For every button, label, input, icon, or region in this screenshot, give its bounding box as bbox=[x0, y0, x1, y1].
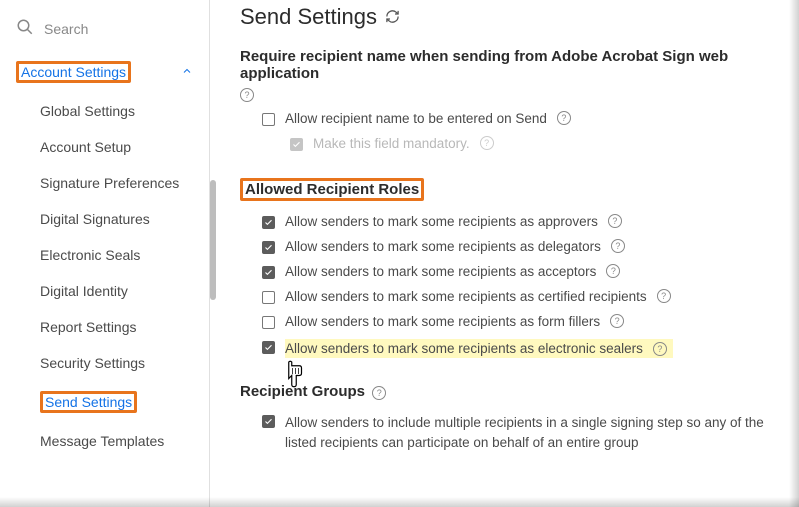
require-name-heading: Require recipient name when sending from… bbox=[240, 48, 779, 82]
opt-allow-recipient-name-label: Allow recipient name to be entered on Se… bbox=[285, 111, 547, 126]
nav-security-settings[interactable]: Security Settings bbox=[0, 345, 209, 381]
opt-make-mandatory: Make this field mandatory. ? bbox=[240, 131, 779, 156]
sidebar: Search Account Settings Global Settings … bbox=[0, 0, 210, 507]
nav-global-settings[interactable]: Global Settings bbox=[0, 93, 209, 129]
opt-delegators-label: Allow senders to mark some recipients as… bbox=[285, 239, 601, 254]
checkbox-approvers[interactable] bbox=[262, 216, 275, 229]
checkbox-acceptors[interactable] bbox=[262, 266, 275, 279]
opt-electronic-sealers: Allow senders to mark some recipients as… bbox=[240, 334, 779, 363]
help-icon[interactable]: ? bbox=[653, 342, 667, 356]
opt-form-fillers-label: Allow senders to mark some recipients as… bbox=[285, 314, 600, 329]
help-icon[interactable]: ? bbox=[657, 289, 671, 303]
opt-approvers-label: Allow senders to mark some recipients as… bbox=[285, 214, 598, 229]
opt-allow-recipient-name: Allow recipient name to be entered on Se… bbox=[240, 106, 779, 131]
search-icon bbox=[16, 18, 34, 39]
refresh-icon[interactable] bbox=[385, 4, 400, 30]
nav-send-settings[interactable]: Send Settings bbox=[0, 381, 209, 423]
nav-message-templates[interactable]: Message Templates bbox=[0, 423, 209, 459]
checkbox-electronic-sealers[interactable] bbox=[262, 341, 275, 354]
help-icon[interactable]: ? bbox=[240, 88, 254, 102]
search-placeholder: Search bbox=[44, 21, 88, 37]
opt-delegators: Allow senders to mark some recipients as… bbox=[240, 234, 779, 259]
scrollbar-thumb[interactable] bbox=[210, 180, 216, 300]
opt-acceptors-label: Allow senders to mark some recipients as… bbox=[285, 264, 596, 279]
nav-digital-identity[interactable]: Digital Identity bbox=[0, 273, 209, 309]
recipient-groups-heading: Recipient Groups bbox=[240, 383, 365, 400]
opt-certified: Allow senders to mark some recipients as… bbox=[240, 284, 779, 309]
nav-report-settings[interactable]: Report Settings bbox=[0, 309, 209, 345]
help-icon[interactable]: ? bbox=[606, 264, 620, 278]
checkbox-delegators[interactable] bbox=[262, 241, 275, 254]
require-name-heading-text: Require recipient name when sending from… bbox=[240, 48, 779, 82]
chevron-up-icon bbox=[181, 64, 193, 80]
allowed-roles-heading: Allowed Recipient Roles bbox=[245, 181, 419, 198]
opt-approvers: Allow senders to mark some recipients as… bbox=[240, 209, 779, 234]
opt-electronic-sealers-label: Allow senders to mark some recipients as… bbox=[285, 341, 643, 356]
opt-acceptors: Allow senders to mark some recipients as… bbox=[240, 259, 779, 284]
nav-send-settings-label: Send Settings bbox=[45, 394, 132, 410]
opt-form-fillers: Allow senders to mark some recipients as… bbox=[240, 309, 779, 334]
help-icon[interactable]: ? bbox=[372, 386, 386, 400]
nav-digital-signatures[interactable]: Digital Signatures bbox=[0, 201, 209, 237]
opt-recipient-groups: Allow senders to include multiple recipi… bbox=[240, 408, 779, 457]
nav-electronic-seals[interactable]: Electronic Seals bbox=[0, 237, 209, 273]
nav-account-setup[interactable]: Account Setup bbox=[0, 129, 209, 165]
help-icon: ? bbox=[480, 136, 494, 150]
help-icon[interactable]: ? bbox=[608, 214, 622, 228]
checkbox-recipient-groups[interactable] bbox=[262, 415, 275, 428]
main-panel: Send Settings Require recipient name whe… bbox=[210, 0, 799, 507]
checkbox-allow-recipient-name[interactable] bbox=[262, 113, 275, 126]
nav-parent-label: Account Settings bbox=[21, 64, 126, 80]
nav-account-settings[interactable]: Account Settings bbox=[0, 51, 209, 93]
opt-recipient-groups-label: Allow senders to include multiple recipi… bbox=[285, 413, 779, 452]
opt-certified-label: Allow senders to mark some recipients as… bbox=[285, 289, 647, 304]
page-title-text: Send Settings bbox=[240, 4, 377, 30]
help-icon[interactable]: ? bbox=[610, 314, 624, 328]
page-title: Send Settings bbox=[240, 4, 779, 30]
checkbox-form-fillers[interactable] bbox=[262, 316, 275, 329]
help-icon[interactable]: ? bbox=[557, 111, 571, 125]
nav-signature-preferences[interactable]: Signature Preferences bbox=[0, 165, 209, 201]
help-icon[interactable]: ? bbox=[611, 239, 625, 253]
search-field[interactable]: Search bbox=[0, 10, 209, 51]
checkbox-make-mandatory bbox=[290, 138, 303, 151]
checkbox-certified[interactable] bbox=[262, 291, 275, 304]
opt-make-mandatory-label: Make this field mandatory. bbox=[313, 136, 470, 151]
